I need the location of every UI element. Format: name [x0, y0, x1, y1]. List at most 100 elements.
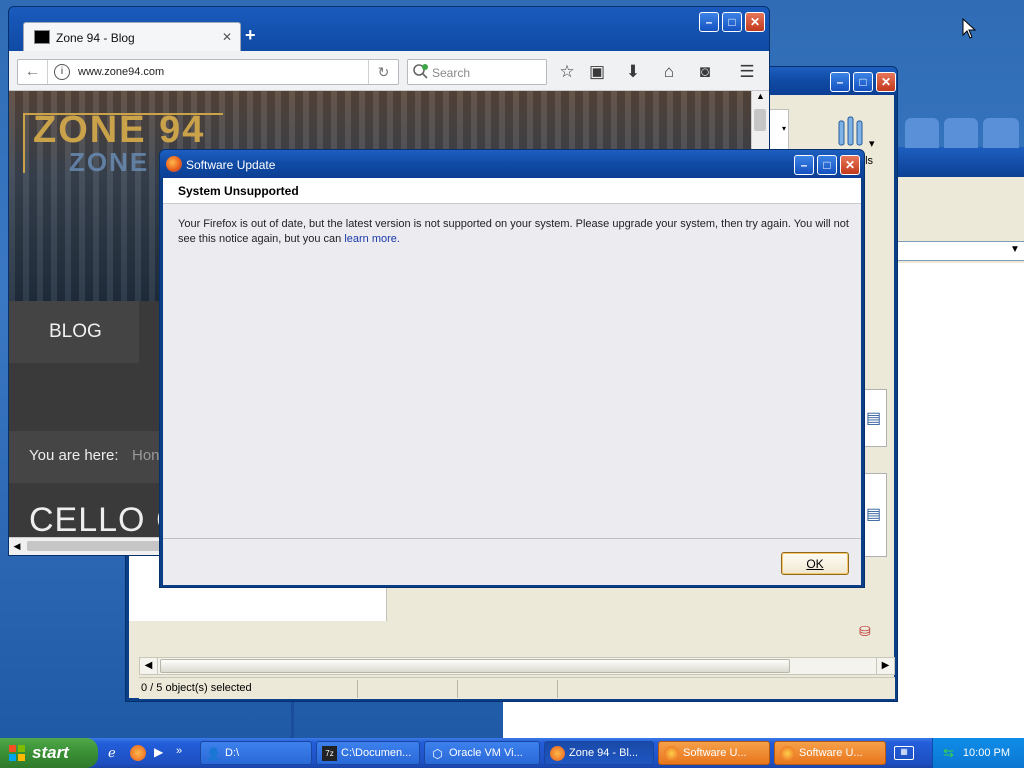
- search-placeholder: Search: [432, 66, 471, 80]
- maximize-button[interactable]: □: [722, 12, 742, 32]
- bookmark-star-icon[interactable]: ☆: [555, 61, 579, 83]
- divider: [557, 680, 558, 698]
- status-text: 0 / 5 object(s) selected: [141, 682, 252, 694]
- task-label: Software U...: [799, 747, 863, 759]
- close-button[interactable]: ✕: [745, 12, 765, 32]
- dialog-title: Software Update: [186, 158, 276, 172]
- nav-blog-label[interactable]: BLOG: [49, 321, 102, 343]
- pocket-icon[interactable]: ◙: [693, 61, 717, 83]
- chevron-down-icon[interactable]: ▼: [1008, 244, 1022, 258]
- firefox-icon: [550, 746, 565, 761]
- search-bar[interactable]: Search: [407, 59, 547, 85]
- background-window-combo[interactable]: ▼: [895, 241, 1024, 261]
- taskbar-task[interactable]: 7z C:\Documen...: [316, 741, 420, 765]
- network-icon[interactable]: ⇆: [943, 745, 959, 761]
- breadcrumb-home-link[interactable]: Hon: [132, 447, 160, 464]
- firefox-icon: [166, 156, 182, 172]
- dialog-titlebar: Software Update – □ ✕: [160, 150, 864, 178]
- horizontal-scrollbar[interactable]: ◀ ▶: [139, 657, 895, 675]
- quicklaunch-media-icon[interactable]: ▶: [154, 745, 170, 761]
- close-button[interactable]: ✕: [876, 72, 896, 92]
- minimize-button[interactable]: –: [794, 155, 814, 175]
- close-tab-icon[interactable]: ✕: [222, 30, 232, 44]
- back-button[interactable]: ←: [18, 60, 48, 84]
- taskbar-task[interactable]: Software U...: [658, 741, 770, 765]
- home-icon[interactable]: ⌂: [657, 61, 681, 83]
- hamburger-menu-icon[interactable]: ☰: [735, 61, 759, 83]
- task-label: D:\: [225, 747, 240, 759]
- task-label: Zone 94 - Bl...: [569, 747, 639, 759]
- tab-strip: Zone 94 - Blog ✕ + – □ ✕: [9, 7, 769, 52]
- reload-icon[interactable]: ↻: [368, 60, 398, 84]
- url-text[interactable]: www.zone94.com: [78, 66, 164, 78]
- start-label: start: [32, 743, 69, 762]
- background-window-right: ▼: [890, 147, 1024, 707]
- minimize-button[interactable]: –: [830, 72, 850, 92]
- navigation-toolbar: ← i www.zone94.com ↻ Search ☆ ▣ ⬇ ⌂ ◙ ☰: [9, 51, 769, 91]
- firefox-icon: [780, 746, 795, 761]
- learn-more-link[interactable]: learn more.: [344, 233, 400, 245]
- status-bar: 0 / 5 object(s) selected: [139, 677, 895, 699]
- scroll-left-button[interactable]: ◀: [9, 538, 25, 554]
- quicklaunch-ie-icon[interactable]: ℯ: [108, 745, 124, 761]
- downloads-icon[interactable]: ⬇: [621, 61, 645, 83]
- site-logo[interactable]: ZONE 94: [33, 109, 205, 152]
- dialog-message-text: Your Firefox is out of date, but the lat…: [178, 218, 849, 245]
- tile: [944, 118, 978, 148]
- scroll-thumb[interactable]: [160, 659, 790, 673]
- chevron-down-icon[interactable]: »: [176, 745, 192, 761]
- maximize-button[interactable]: □: [853, 72, 873, 92]
- info-icon[interactable]: i: [54, 64, 70, 80]
- scroll-thumb[interactable]: [754, 109, 766, 131]
- start-button[interactable]: start: [0, 738, 98, 768]
- windows-logo-icon: [8, 744, 26, 762]
- taskbar-task[interactable]: Software U...: [774, 741, 886, 765]
- download-icon: ⛁: [859, 623, 871, 639]
- keyboard-icon[interactable]: ▦: [894, 746, 914, 760]
- virtualbox-icon: ⬡: [432, 746, 443, 761]
- dialog-message: Your Firefox is out of date, but the lat…: [178, 217, 850, 247]
- scroll-left-button[interactable]: ◀: [140, 658, 158, 674]
- task-label: Oracle VM Vi...: [449, 747, 523, 759]
- divider: [357, 680, 358, 698]
- nav-item-blog[interactable]: BLOG: [9, 301, 139, 363]
- background-window-pane: [891, 263, 1024, 707]
- scroll-up-button[interactable]: ▲: [753, 91, 768, 107]
- tab-zone94-blog[interactable]: Zone 94 - Blog ✕: [23, 22, 241, 52]
- breadcrumb-label: You are here:: [29, 447, 119, 464]
- taskbar-task[interactable]: ⬡ Oracle VM Vi...: [424, 741, 540, 765]
- mouse-pointer-icon: [962, 17, 978, 40]
- document-icon: ▤: [866, 506, 882, 523]
- divider: [291, 702, 294, 738]
- taskbar: start ℯ ▶ » 👤 D:\ 7z C:\Documen... ⬡ Ora…: [0, 738, 1024, 768]
- new-tab-button[interactable]: +: [245, 25, 256, 46]
- dialog-header: System Unsupported: [163, 178, 861, 204]
- reading-list-icon[interactable]: ▣: [585, 61, 609, 83]
- scroll-right-button[interactable]: ▶: [876, 658, 894, 674]
- search-icon: [412, 63, 430, 81]
- minimize-button[interactable]: –: [699, 12, 719, 32]
- ok-label: OK: [806, 556, 824, 571]
- tab-title: Zone 94 - Blog: [56, 31, 135, 45]
- software-update-dialog: Software Update – □ ✕ System Unsupported…: [159, 149, 865, 588]
- divider: [163, 538, 861, 539]
- task-label: C:\Documen...: [341, 747, 412, 759]
- close-button[interactable]: ✕: [840, 155, 860, 175]
- dialog-heading: System Unsupported: [178, 184, 299, 198]
- background-window-titlebar: [891, 147, 1024, 177]
- dialog-client: System Unsupported Your Firefox is out o…: [163, 178, 861, 585]
- divider: [457, 680, 458, 698]
- user-icon: 👤: [206, 746, 221, 761]
- ok-button[interactable]: OK: [781, 552, 849, 575]
- quicklaunch-firefox-icon[interactable]: [130, 745, 146, 761]
- tools-icon[interactable]: [835, 115, 871, 149]
- url-bar[interactable]: ← i www.zone94.com ↻: [17, 59, 399, 85]
- scroll-thumb[interactable]: [27, 541, 167, 551]
- chevron-down-icon[interactable]: ▾: [782, 124, 786, 133]
- taskbar-task[interactable]: Zone 94 - Bl...: [544, 741, 654, 765]
- chevron-down-icon[interactable]: ▾: [869, 137, 875, 150]
- maximize-button[interactable]: □: [817, 155, 837, 175]
- clock[interactable]: 10:00 PM: [963, 747, 1010, 759]
- document-icon: ▤: [866, 410, 882, 427]
- taskbar-task[interactable]: 👤 D:\: [200, 741, 312, 765]
